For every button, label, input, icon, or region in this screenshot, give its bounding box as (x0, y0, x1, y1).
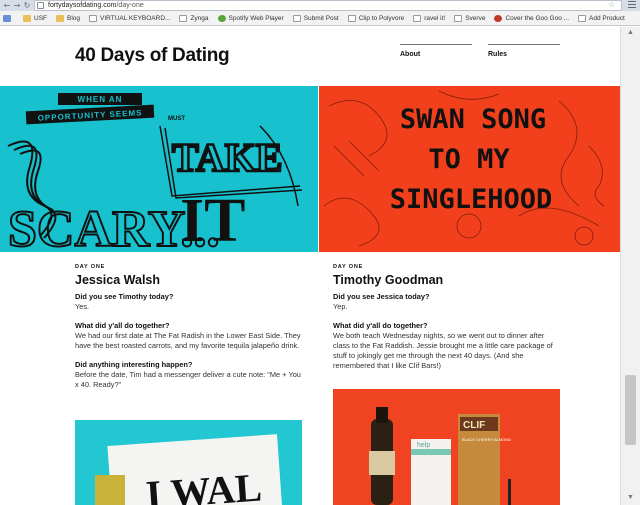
hero-image-right: SWAN SONG TO MY SINGLEHOOD (319, 86, 620, 252)
page-icon (578, 14, 587, 22)
answer: We had our first date at The Fat Radish … (75, 331, 301, 350)
page-icon (179, 14, 188, 22)
bookmark-apps[interactable] (3, 14, 14, 22)
apps-icon (3, 14, 11, 22)
url-path: /day-one (116, 2, 144, 9)
hero-left-line1: WHEN AN (78, 95, 123, 104)
bookmark-item[interactable]: Sverve (454, 14, 486, 22)
back-arrow-icon[interactable]: ← (2, 1, 12, 11)
folder-icon (23, 14, 31, 22)
hero-right-line3: SINGLEHOOD (390, 184, 553, 215)
hero-left-art: WHEN AN OPPORTUNITY SEEMS MUST SCARY... … (7, 93, 303, 252)
hero-right-line2: TO MY (428, 144, 510, 175)
bookmark-label: Blog (67, 14, 81, 22)
question: Did anything interesting happen? (75, 360, 193, 369)
site-title[interactable]: 40 Days of Dating (75, 45, 230, 67)
reload-icon[interactable]: ↻ (22, 1, 32, 11)
note-handwriting: I WAL (144, 464, 263, 505)
bookmark-star-icon[interactable]: ☆ (608, 0, 615, 9)
page-icon (292, 14, 301, 22)
bookmark-item[interactable]: VIRTUAL KEYBOARD... (89, 14, 171, 22)
help-box-text: help (417, 442, 430, 449)
care-package-art: help CLIF BLACK CHERRY ALMOND (369, 407, 511, 505)
bookmark-label: Submit Post (303, 14, 339, 22)
hero-left-line3: MUST (168, 116, 185, 122)
bookmark-item[interactable]: USF (23, 14, 47, 22)
bookmark-label: Clip to Polyvore (358, 14, 405, 22)
question: What did y'all do together? (75, 321, 170, 330)
answer: Before the date, Tim had a messenger del… (75, 370, 301, 389)
spotify-icon (217, 14, 226, 22)
hero-right-art: SWAN SONG TO MY SINGLEHOOD (323, 90, 605, 247)
bookmark-label: VIRTUAL KEYBOARD... (100, 14, 171, 22)
hero-left-take: TAKE (172, 135, 282, 180)
hero-right-line1: SWAN SONG (400, 104, 546, 135)
bookmark-label: Sverve (465, 14, 486, 22)
page-icon (89, 14, 98, 22)
bookmark-label: Spotify Web Player (228, 14, 284, 22)
bookmark-item[interactable]: ravel it! (413, 14, 446, 22)
red-dot-icon (494, 14, 503, 22)
page-scrollbar[interactable]: ▲ ▼ (620, 27, 640, 505)
bookmark-item[interactable]: Blog (56, 14, 81, 22)
scroll-down-arrow-icon[interactable]: ▼ (627, 494, 634, 501)
bookmark-item[interactable]: Spotify Web Player (217, 14, 284, 22)
timothy-entry: DAY ONE Timothy Goodman Did you see Jess… (333, 264, 563, 371)
bookmark-item[interactable]: Add Product (578, 14, 625, 22)
page-icon (454, 14, 463, 22)
bookmark-item[interactable]: Clip to Polyvore (347, 14, 405, 22)
question: What did y'all do together? (333, 321, 428, 330)
bookmark-label: Cover the Goo Goo ... (505, 14, 570, 22)
author-name: Jessica Walsh (75, 273, 161, 287)
clif-bar-flavor: BLACK CHERRY ALMOND (462, 437, 511, 442)
clif-bar-brand: CLIF (463, 420, 485, 431)
hero-image-left: WHEN AN OPPORTUNITY SEEMS MUST SCARY... … (0, 86, 318, 252)
address-bar[interactable]: fortydaysofdating.com/day-one (34, 0, 622, 11)
bookmark-item[interactable]: Zynga (179, 14, 209, 22)
question: Did you see Timothy today? (75, 292, 174, 301)
answer: Yep. (333, 302, 348, 311)
forward-arrow-icon[interactable]: → (12, 1, 22, 11)
answer: We both teach Wednesday nights, so we we… (333, 331, 553, 370)
note-photo-art: I WAL (95, 434, 283, 505)
folder-icon (56, 14, 64, 22)
nav-rules-link[interactable]: Rules (488, 44, 560, 58)
site-header: 40 Days of Dating About Rules (0, 27, 620, 86)
chrome-menu-icon[interactable] (628, 1, 636, 9)
photo-note-left: I WAL (75, 420, 302, 505)
bookmark-label: Add Product (589, 14, 625, 22)
bookmark-label: ravel it! (424, 14, 446, 22)
scroll-up-arrow-icon[interactable]: ▲ (627, 29, 634, 36)
bookmark-label: USF (34, 14, 47, 22)
scrollbar-thumb[interactable] (625, 375, 636, 445)
day-label: DAY ONE (333, 264, 364, 270)
nav-about-link[interactable]: About (400, 44, 472, 58)
photo-care-package: help CLIF BLACK CHERRY ALMOND (333, 389, 560, 505)
jessica-entry: DAY ONE Jessica Walsh Did you see Timoth… (75, 264, 305, 390)
url-host: fortydaysofdating.com (48, 2, 117, 9)
bookmark-item[interactable]: Cover the Goo Goo ... (494, 14, 570, 22)
bookmark-label: Zynga (190, 14, 209, 22)
bookmarks-bar: USF Blog VIRTUAL KEYBOARD... Zynga Spoti… (0, 11, 640, 26)
day-label: DAY ONE (75, 264, 106, 270)
page-info-icon[interactable] (37, 2, 44, 9)
page-icon (347, 14, 356, 22)
answer: Yes. (75, 302, 90, 311)
bookmark-item[interactable]: Submit Post (292, 14, 339, 22)
author-name: Timothy Goodman (333, 273, 444, 287)
question: Did you see Jessica today? (333, 292, 430, 301)
page-icon (413, 14, 422, 22)
